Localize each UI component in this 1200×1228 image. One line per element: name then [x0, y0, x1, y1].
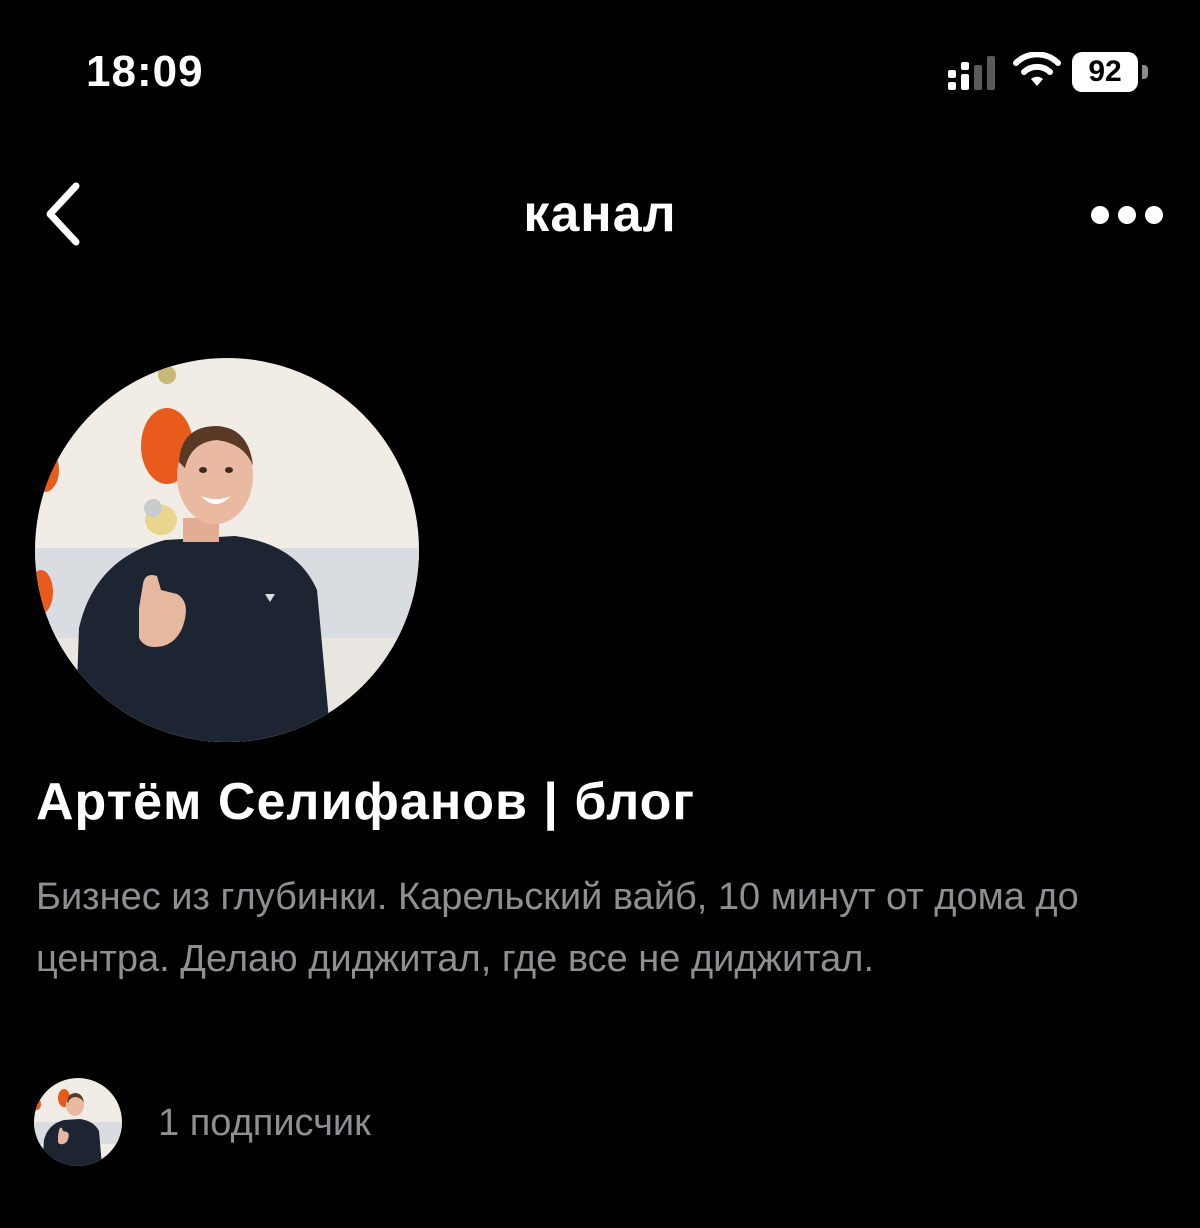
status-time: 18:09: [86, 47, 204, 96]
battery-icon: 92: [1072, 52, 1152, 92]
battery-level: 92: [1072, 52, 1138, 92]
channel-description: Бизнес из глубинки. Карельский вайб, 10 …: [36, 876, 1079, 980]
subscribers-row[interactable]: 1 подписчик: [34, 1078, 634, 1168]
subscribers-count: 1 подписчик: [158, 1102, 371, 1144]
channel-avatar[interactable]: [35, 358, 419, 742]
status-bar: 18:09 92: [0, 0, 1200, 140]
signal-icon: [948, 56, 995, 90]
nav-bar: канал: [0, 160, 1200, 270]
subscriber-avatar: [34, 1078, 122, 1166]
ellipsis-icon: [1091, 206, 1163, 224]
page-title: канал: [523, 185, 677, 243]
more-options-button[interactable]: [1080, 190, 1180, 240]
battery-tip: [1142, 65, 1148, 79]
wifi-icon: [1013, 52, 1061, 86]
channel-name: Артём Селифанов | блог: [36, 773, 695, 831]
